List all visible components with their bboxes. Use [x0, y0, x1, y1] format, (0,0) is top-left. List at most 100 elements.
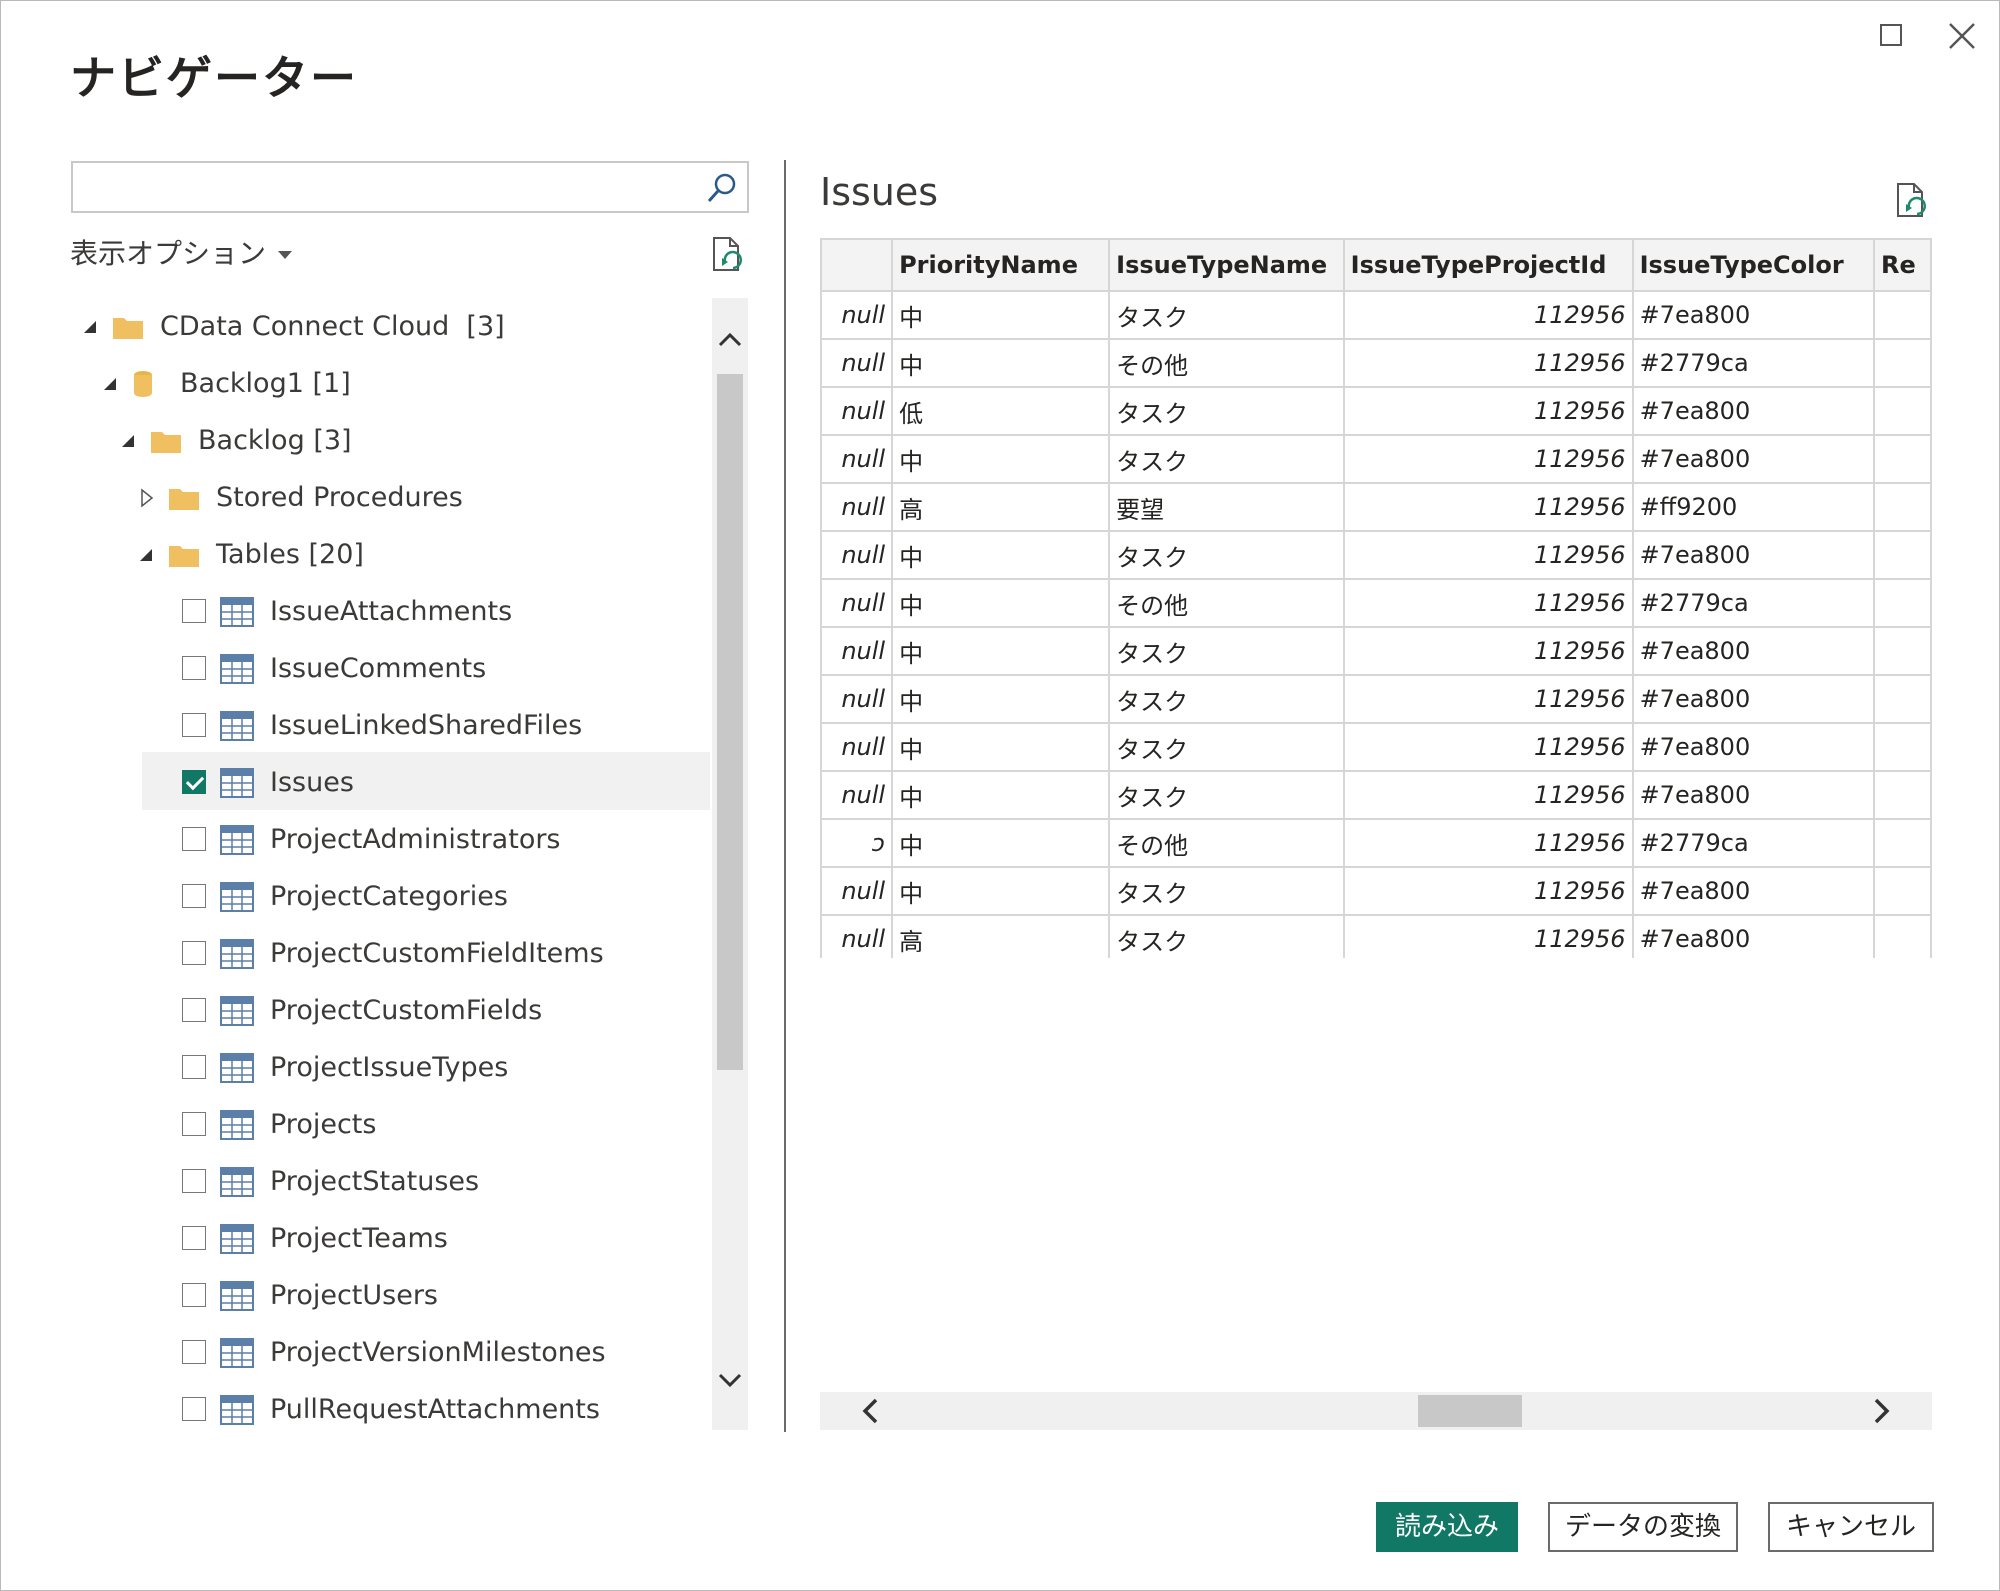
collapsed-icon	[141, 488, 154, 508]
table-icon	[220, 1167, 254, 1197]
table-cell: タスク	[1108, 675, 1345, 724]
table-checkbox[interactable]	[182, 656, 206, 680]
column-header[interactable]: IssueTypeProjectId	[1342, 238, 1634, 292]
transform-data-button[interactable]: データの変換	[1548, 1502, 1738, 1552]
tree-item-table[interactable]: ProjectVersionMilestones	[182, 1331, 642, 1375]
tree-node-root[interactable]: CData Connect Cloud [3]	[82, 305, 642, 349]
column-header[interactable]: IssueTypeColor	[1631, 238, 1875, 292]
tree-item-table[interactable]: Issues	[182, 761, 642, 805]
table-cell: タスク	[1108, 435, 1345, 484]
close-button[interactable]	[1940, 14, 1984, 58]
tree-item-table[interactable]: ProjectTeams	[182, 1217, 642, 1261]
maximize-button[interactable]	[1870, 14, 1914, 58]
tree-item-table[interactable]: Projects	[182, 1103, 642, 1147]
scrollbar-thumb[interactable]	[1418, 1395, 1522, 1427]
table-cell: 中	[891, 291, 1111, 340]
table-checkbox[interactable]	[182, 1055, 206, 1079]
table-checkbox[interactable]	[182, 998, 206, 1022]
tree-vertical-scrollbar[interactable]	[712, 298, 748, 1430]
table-checkbox[interactable]	[182, 599, 206, 623]
column-header[interactable]	[820, 238, 894, 292]
table-cell: 112956	[1342, 771, 1634, 820]
table-checkbox[interactable]	[182, 941, 206, 965]
scroll-down-icon[interactable]	[716, 1366, 744, 1394]
table-row: null 中タスク 112956 #7ea800	[820, 627, 1932, 676]
tree-item-table[interactable]: ProjectCustomFieldItems	[182, 932, 642, 976]
cancel-button[interactable]: キャンセル	[1768, 1502, 1934, 1552]
tree-node-tables[interactable]: Tables [20]	[138, 533, 638, 577]
scrollbar-thumb[interactable]	[717, 374, 743, 1070]
table-checkbox[interactable]	[182, 770, 206, 794]
preview-horizontal-scrollbar[interactable]	[820, 1392, 1932, 1430]
table-cell: タスク	[1108, 771, 1345, 820]
column-header[interactable]: PriorityName	[891, 238, 1111, 292]
tree-item-table[interactable]: ProjectUsers	[182, 1274, 642, 1318]
table-cell: タスク	[1108, 867, 1345, 916]
table-cell	[1872, 771, 1932, 820]
table-checkbox[interactable]	[182, 1397, 206, 1421]
table-checkbox[interactable]	[182, 1340, 206, 1364]
table-row: null 中タスク 112956 #7ea800	[820, 723, 1932, 772]
data-grid: PriorityName IssueTypeName IssueTypeProjec…	[820, 238, 1932, 958]
table-cell	[1872, 291, 1932, 340]
table-cell: #ff9200	[1631, 483, 1875, 532]
table-name: ProjectCategories	[270, 881, 508, 912]
table-checkbox[interactable]	[182, 1283, 206, 1307]
table-checkbox[interactable]	[182, 884, 206, 908]
column-header[interactable]: Re	[1872, 238, 1932, 292]
search-icon[interactable]	[705, 171, 739, 205]
table-cell: null	[820, 675, 894, 724]
table-row: null 中タスク 112956 #7ea800	[820, 531, 1932, 580]
table-icon	[220, 996, 254, 1026]
tree-item-table[interactable]: ProjectStatuses	[182, 1160, 642, 1204]
column-header[interactable]: IssueTypeName	[1108, 238, 1345, 292]
scroll-up-icon[interactable]	[716, 326, 744, 354]
display-options-dropdown[interactable]: 表示オプション	[70, 232, 293, 272]
scroll-right-icon[interactable]	[1866, 1396, 1896, 1426]
load-button[interactable]: 読み込み	[1376, 1502, 1518, 1552]
tree-item-table[interactable]: ProjectCategories	[182, 875, 642, 919]
table-row: null 高タスク 112956 #7ea800	[820, 915, 1932, 958]
table-cell	[1872, 867, 1932, 916]
refresh-preview-icon[interactable]	[1894, 182, 1928, 220]
table-checkbox[interactable]	[182, 1112, 206, 1136]
table-checkbox[interactable]	[182, 1226, 206, 1250]
table-cell: #7ea800	[1631, 291, 1875, 340]
table-cell: タスク	[1108, 627, 1345, 676]
scroll-left-icon[interactable]	[856, 1396, 886, 1426]
table-cell: 中	[891, 819, 1111, 868]
table-cell: 112956	[1342, 291, 1634, 340]
search-input[interactable]	[71, 161, 749, 213]
table-name: ProjectCustomFieldItems	[270, 938, 604, 969]
table-row: null 中その他 112956 #2779ca	[820, 579, 1932, 628]
table-checkbox[interactable]	[182, 1169, 206, 1193]
table-cell: 中	[891, 579, 1111, 628]
table-checkbox[interactable]	[182, 713, 206, 737]
preview-table: PriorityName IssueTypeName IssueTypeProjec…	[820, 238, 1932, 958]
tree-node-schema[interactable]: Backlog [3]	[120, 419, 640, 463]
table-cell: #7ea800	[1631, 387, 1875, 436]
table-cell: 中	[891, 531, 1111, 580]
table-cell	[1872, 627, 1932, 676]
table-cell	[1872, 339, 1932, 388]
table-cell: #2779ca	[1631, 819, 1875, 868]
table-cell: 112956	[1342, 675, 1634, 724]
tree-item-table[interactable]: IssueLinkedSharedFiles	[182, 704, 642, 748]
tree-item-table[interactable]: IssueAttachments	[182, 590, 642, 634]
table-icon	[220, 825, 254, 855]
pane-divider[interactable]	[784, 160, 786, 1432]
table-checkbox[interactable]	[182, 827, 206, 851]
refresh-icon[interactable]	[710, 236, 744, 274]
tree-node-stored-procedures[interactable]: Stored Procedures	[138, 476, 638, 520]
tree-item-table[interactable]: ProjectAdministrators	[182, 818, 642, 862]
table-cell: ɔ	[820, 819, 894, 868]
tree-item-table[interactable]: ProjectIssueTypes	[182, 1046, 642, 1090]
table-cell: 中	[891, 771, 1111, 820]
tree-item-table[interactable]: ProjectCustomFields	[182, 989, 642, 1033]
tree-item-table[interactable]: PullRequestAttachments	[182, 1388, 642, 1430]
table-cell: タスク	[1108, 531, 1345, 580]
table-cell: null	[820, 339, 894, 388]
tree-item-table[interactable]: IssueComments	[182, 647, 642, 691]
tree-node-database[interactable]: Backlog1 [1]	[102, 362, 642, 406]
table-cell: タスク	[1108, 915, 1345, 958]
